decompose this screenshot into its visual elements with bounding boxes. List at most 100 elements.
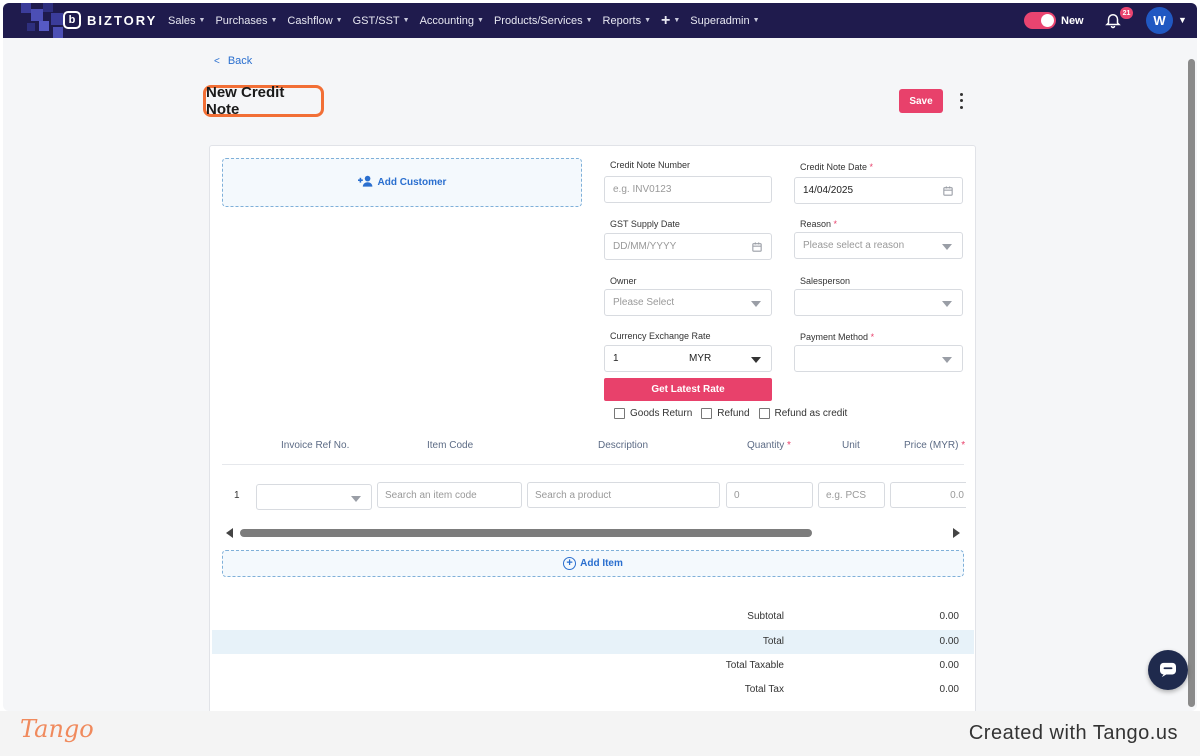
- add-user-icon: [357, 175, 374, 190]
- get-latest-rate-button[interactable]: Get Latest Rate: [604, 378, 772, 401]
- chevron-down-icon: ▼: [335, 17, 343, 24]
- salesperson-label: Salesperson: [800, 276, 851, 286]
- dropdown-arrow-icon[interactable]: [751, 357, 761, 363]
- menu-label: Products/Services: [493, 14, 583, 27]
- menu-label: Cashflow: [287, 14, 333, 27]
- gst-date-placeholder: DD/MM/YYYY: [613, 241, 677, 252]
- menu-products-services[interactable]: Products/Services ▼: [494, 15, 593, 27]
- chevron-down-icon: ▼: [644, 17, 652, 24]
- app-window: b BIZTORY Sales ▼ Purchases ▼ Cashflow ▼ GS…: [3, 3, 1197, 711]
- chevron-down-icon: ▼: [270, 17, 278, 24]
- dropdown-arrow-icon: [351, 496, 361, 502]
- page-title: New Credit Note: [206, 84, 285, 118]
- credit-note-form: Add Customer Credit Note Number e.g. INV…: [209, 145, 976, 711]
- page-vertical-scrollbar[interactable]: [1187, 59, 1196, 709]
- price-input[interactable]: 0.0: [890, 482, 966, 508]
- table-divider: [222, 464, 964, 465]
- menu-label: Sales: [168, 14, 196, 27]
- gst-supply-date-label: GST Supply Date: [610, 219, 680, 229]
- chevron-down-icon: ▼: [477, 17, 484, 24]
- scrollbar-thumb[interactable]: [240, 529, 812, 537]
- scroll-right-arrow-icon[interactable]: [953, 528, 960, 538]
- tango-footer: Tango Created with Tango.us: [0, 711, 1200, 756]
- menu-label: Superadmin: [690, 14, 750, 27]
- column-invoice-ref: Invoice Ref No.: [281, 440, 350, 451]
- credit-note-number-input[interactable]: e.g. INV0123: [604, 176, 772, 203]
- chevron-down-icon[interactable]: ▼: [1178, 15, 1187, 25]
- total-value: 0.00: [939, 636, 959, 647]
- credit-note-date-input[interactable]: 14/04/2025: [794, 177, 963, 204]
- owner-select[interactable]: Please Select: [604, 289, 772, 316]
- back-link[interactable]: < Back: [214, 55, 252, 67]
- exchange-rate-value: 1: [613, 353, 619, 364]
- scrollbar-thumb[interactable]: [1188, 59, 1195, 707]
- save-button[interactable]: Save: [899, 89, 943, 113]
- menu-purchases[interactable]: Purchases ▼: [215, 15, 277, 27]
- menu-reports[interactable]: Reports ▼: [603, 15, 651, 27]
- toggle-knob: [1041, 14, 1054, 27]
- column-item-code: Item Code: [427, 440, 474, 451]
- menu-cashflow[interactable]: Cashflow ▼: [287, 15, 342, 27]
- scroll-left-arrow-icon[interactable]: [226, 528, 233, 538]
- description-input[interactable]: Search a product: [527, 482, 720, 508]
- item-code-input[interactable]: Search an item code: [377, 482, 522, 508]
- column-quantity: Quantity *: [747, 440, 791, 451]
- total-taxable-row: Total Taxable 0.00: [212, 654, 974, 678]
- owner-placeholder: Please Select: [613, 297, 675, 308]
- payment-method-select[interactable]: [794, 345, 963, 372]
- unit-input[interactable]: e.g. PCS: [818, 482, 885, 508]
- total-taxable-value: 0.00: [939, 660, 959, 671]
- brand-logo[interactable]: b BIZTORY: [63, 11, 157, 29]
- dropdown-arrow-icon: [942, 301, 952, 307]
- credit-note-number-label: Credit Note Number: [610, 160, 691, 170]
- new-ui-toggle[interactable]: New: [1024, 12, 1084, 29]
- more-options-icon[interactable]: [955, 91, 967, 111]
- reason-select[interactable]: Please select a reason: [794, 232, 963, 259]
- menu-accounting[interactable]: Accounting ▼: [420, 15, 484, 27]
- table-horizontal-scrollbar[interactable]: [222, 526, 964, 540]
- subtotal-row: Subtotal 0.00: [212, 605, 974, 629]
- menu-sales[interactable]: Sales ▼: [168, 15, 205, 27]
- invoice-ref-select[interactable]: [256, 484, 372, 510]
- total-row: Total 0.00: [212, 630, 974, 654]
- refund-label[interactable]: Refund: [717, 408, 749, 419]
- quantity-input[interactable]: 0: [726, 482, 813, 508]
- refund-checkbox[interactable]: [701, 408, 713, 419]
- menu-create-new[interactable]: + ▼: [661, 12, 681, 29]
- chevron-down-icon: ▼: [673, 17, 681, 24]
- currency-exchange-rate-input[interactable]: 1 MYR: [604, 345, 772, 372]
- dropdown-arrow-icon: [751, 301, 761, 307]
- add-item-button[interactable]: + Add Item: [222, 550, 964, 577]
- reason-placeholder: Please select a reason: [803, 240, 905, 251]
- goods-return-checkbox[interactable]: [614, 408, 625, 419]
- add-customer-button[interactable]: Add Customer: [222, 158, 582, 207]
- toggle-label: New: [1061, 14, 1084, 27]
- plus-icon: +: [661, 12, 671, 29]
- calendar-icon[interactable]: [943, 186, 953, 196]
- column-unit: Unit: [842, 440, 860, 451]
- owner-label: Owner: [610, 276, 637, 286]
- refund-options: Goods Return Refund Refund as credit: [614, 408, 856, 419]
- payment-method-label: Payment Method *: [800, 332, 875, 342]
- menu-label: Accounting: [419, 14, 475, 27]
- currency-select[interactable]: MYR: [689, 353, 711, 364]
- menu-superadmin[interactable]: Superadmin ▼: [690, 15, 759, 27]
- column-description: Description: [598, 440, 649, 451]
- total-tax-row: Total Tax 0.00: [212, 678, 974, 702]
- goods-return-label[interactable]: Goods Return: [630, 408, 692, 419]
- toggle-switch[interactable]: [1024, 12, 1056, 29]
- avatar[interactable]: W: [1146, 7, 1173, 34]
- refund-as-credit-label[interactable]: Refund as credit: [775, 408, 848, 419]
- calendar-icon[interactable]: [752, 242, 762, 252]
- chevron-down-icon: ▼: [402, 17, 410, 24]
- chat-button[interactable]: [1148, 650, 1188, 690]
- menu-gst-sst[interactable]: GST/SST ▼: [353, 15, 410, 27]
- chevron-down-icon: ▼: [198, 17, 206, 24]
- refund-as-credit-checkbox[interactable]: [758, 408, 770, 419]
- brand-name: BIZTORY: [87, 12, 158, 28]
- salesperson-select[interactable]: [794, 289, 963, 316]
- brand-pattern: [3, 3, 63, 38]
- add-item-label: Add Item: [580, 558, 623, 569]
- main-menu: Sales ▼ Purchases ▼ Cashflow ▼ GST/SST ▼ Acc…: [168, 3, 770, 38]
- gst-supply-date-input[interactable]: DD/MM/YYYY: [604, 233, 772, 260]
